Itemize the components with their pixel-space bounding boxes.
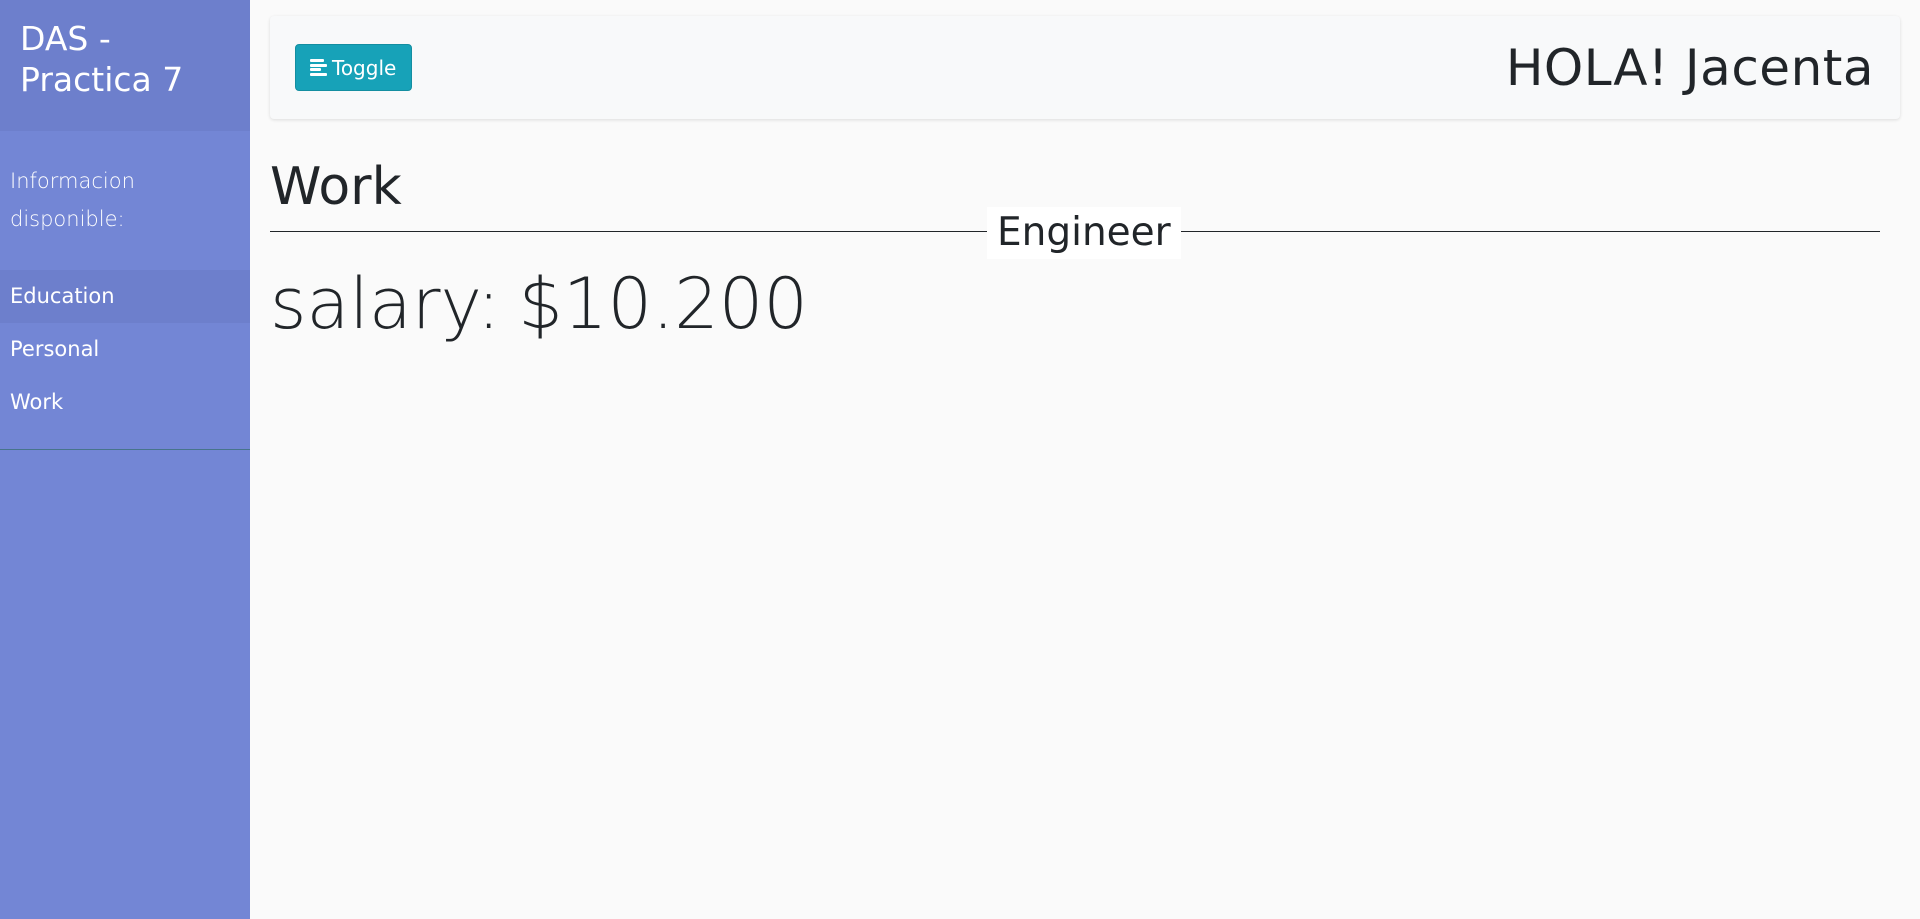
sidebar-title: DAS - Practica 7 — [20, 19, 184, 99]
salary-label: salary: — [270, 263, 501, 345]
job-title-divider: Engineer — [270, 207, 1900, 267]
salary-display: salary: $10.200 — [270, 264, 1900, 344]
sidebar-toggle-button[interactable]: Toggle — [295, 44, 413, 91]
align-left-icon — [310, 59, 327, 76]
sidebar-menu: Education Personal Work — [0, 270, 250, 429]
sidebar-info-text: Informacion disponible: — [10, 169, 135, 231]
sidebar-link-work[interactable]: Work — [0, 376, 250, 429]
main-content: Toggle HOLA! Jacenta Work Engineer salar… — [250, 0, 1920, 919]
job-title: Engineer — [987, 207, 1181, 259]
sidebar-link-personal[interactable]: Personal — [0, 323, 250, 376]
sidebar-item-personal: Personal — [0, 323, 250, 376]
sidebar-item-education: Education — [0, 270, 250, 323]
greeting-heading: HOLA! Jacenta — [1505, 38, 1874, 97]
sidebar-header: DAS - Practica 7 — [0, 0, 250, 131]
app-layout: DAS - Practica 7 Informacion disponible:… — [0, 0, 1920, 919]
sidebar-link-education[interactable]: Education — [0, 270, 250, 323]
sidebar-item-work: Work — [0, 376, 250, 429]
sidebar: DAS - Practica 7 Informacion disponible:… — [0, 0, 250, 919]
salary-value: $10.200 — [518, 263, 808, 345]
sidebar-menu-section: Informacion disponible: Education Person… — [0, 131, 250, 450]
toggle-button-label: Toggle — [332, 55, 397, 80]
top-navbar: Toggle HOLA! Jacenta — [270, 16, 1900, 119]
